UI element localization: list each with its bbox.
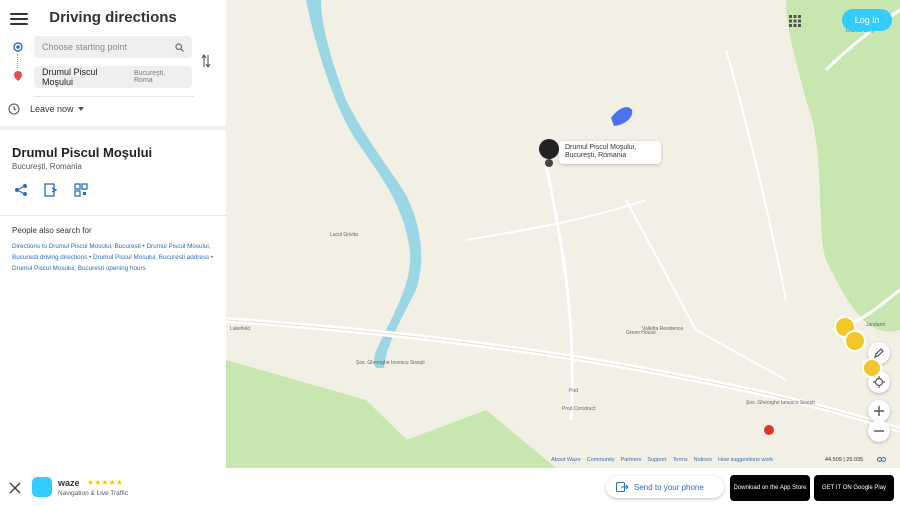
share-button[interactable] (14, 183, 30, 199)
map-label-lake: Lacul Grivita (330, 232, 358, 238)
popup-line1: Drumul Piscul Moşului, (565, 144, 637, 151)
send-to-phone-label: Send to your phone (634, 482, 704, 492)
footer-link-about[interactable]: About Waze (551, 457, 581, 463)
report-marker-icon[interactable] (764, 425, 774, 435)
destination-pin-icon (14, 71, 22, 81)
map-label-lakefield: Lakefield (230, 326, 251, 332)
related-link[interactable]: Drumul Piscul Mosului, Bucuresti opening… (12, 265, 146, 272)
map-label-jandarm: Jandarm (866, 322, 886, 328)
start-point-placeholder: Choose starting point (42, 42, 128, 52)
map-label-road1: Şos. Gheorghe Ionescu Sisești (356, 360, 425, 366)
section-divider (0, 126, 226, 130)
location-popup: Drumul Piscul Moşului, Bucureşti, Romani… (559, 141, 661, 164)
footer-link-support[interactable]: Support (647, 457, 666, 463)
zoom-in-button[interactable] (868, 400, 890, 422)
apps-grid-icon[interactable] (789, 14, 801, 27)
qr-code-button[interactable] (74, 183, 90, 199)
sidebar: Driving directions Choose starting point… (0, 0, 226, 468)
brand-name: waze (58, 478, 80, 488)
start-point-input[interactable]: Choose starting point (34, 36, 192, 58)
park-area (786, 0, 900, 332)
chevron-down-icon (77, 106, 84, 111)
link-icon[interactable] (877, 456, 886, 463)
send-icon (616, 482, 628, 492)
footer-links: About Waze Community Partners Support Te… (551, 457, 773, 463)
google-play-button[interactable]: GET IT ON Google Play (814, 475, 894, 501)
location-dot-icon (545, 159, 553, 167)
destination-city: Bucureşti, Roma (134, 70, 166, 84)
zoom-out-button[interactable] (868, 420, 890, 442)
share-icon (15, 184, 27, 196)
popup-line2: Bucureşti, Romania (565, 152, 627, 159)
map-label-road2: Şos. Gheorghe Ionescu Sisești (746, 400, 815, 406)
location-pin-icon[interactable] (539, 139, 559, 159)
map[interactable]: Drumul Piscul Moşului, Bucureşti, Romani… (226, 0, 900, 468)
brand-tagline: Navigation & Live Traffic (58, 490, 128, 497)
related-link[interactable]: Drumul Piscul Mosului, Bucuresti address (93, 254, 209, 261)
footer-link-terms[interactable]: Terms (673, 457, 688, 463)
login-button[interactable]: Log in (842, 9, 892, 31)
map-coordinates: 44.509 | 26.035 (825, 457, 864, 463)
also-search-heading: People also search for (12, 226, 92, 235)
street (544, 164, 574, 421)
street (625, 199, 787, 381)
map-label-green-house: Green House (626, 330, 656, 336)
qr-code-icon (74, 183, 88, 197)
place-actions (14, 183, 90, 199)
park-area-south (406, 410, 556, 468)
place-subtitle: Bucureşti, Romania (12, 162, 82, 171)
close-icon[interactable] (9, 481, 21, 494)
crosshair-icon (873, 376, 885, 388)
map-label-pod: Pod (569, 388, 578, 394)
app-store-button[interactable]: Download on the App Store (730, 475, 810, 501)
street (725, 49, 787, 301)
river-water (306, 0, 422, 368)
leave-time-selector[interactable]: Leave now (8, 103, 84, 115)
place-title: Drumul Piscul Moşului (12, 145, 153, 160)
embed-icon (44, 183, 58, 197)
map-label-prod: Prod Construct (562, 406, 596, 412)
map-canvas[interactable] (226, 0, 900, 468)
divider (0, 215, 226, 216)
also-search-links: Directions to Drumul Piscul Mosului, Buc… (12, 243, 214, 272)
leave-time-label: Leave now (30, 104, 74, 114)
clock-icon (8, 103, 20, 115)
divider (34, 96, 194, 97)
traffic-alert-icon[interactable] (862, 358, 882, 378)
destination-name: Drumul Piscul Moşului (42, 67, 98, 87)
search-icon[interactable] (175, 42, 184, 52)
footer-link-suggestions[interactable]: How suggestions work (718, 457, 773, 463)
current-location-icon (13, 42, 23, 52)
plus-icon (874, 406, 884, 416)
send-to-phone-button[interactable]: Send to your phone (606, 476, 724, 498)
pencil-icon (874, 348, 884, 358)
park-area-southwest (226, 360, 436, 468)
footer-link-notices[interactable]: Notices (694, 457, 712, 463)
waze-logo-icon (32, 477, 52, 497)
route-connector (17, 54, 18, 68)
related-link[interactable]: Directions to Drumul Piscul Mosului, Buc… (12, 243, 141, 250)
swap-arrows-icon[interactable] (200, 53, 212, 69)
minus-icon (874, 430, 884, 432)
footer-link-partners[interactable]: Partners (621, 457, 642, 463)
footer-link-community[interactable]: Community (587, 457, 615, 463)
destination-input[interactable]: Drumul Piscul Moşului Bucureşti, Roma (34, 66, 192, 88)
lake-blue-spot (611, 107, 633, 126)
page-title: Driving directions (49, 9, 177, 26)
rating-stars: ★★★★★ (87, 478, 123, 487)
traffic-alert-icon[interactable] (844, 330, 866, 352)
embed-button[interactable] (44, 183, 60, 199)
